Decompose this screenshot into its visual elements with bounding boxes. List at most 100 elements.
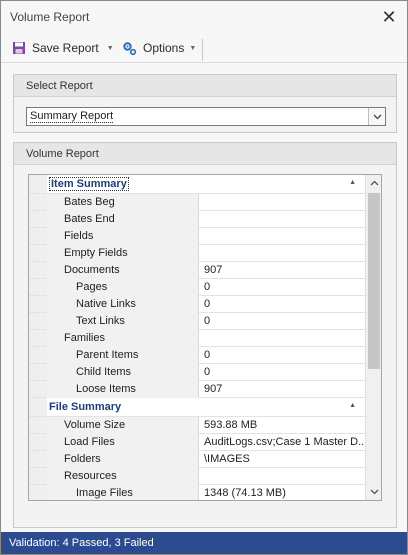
- property-name: Child Items: [47, 364, 199, 381]
- table-row[interactable]: Child Items 0: [29, 364, 366, 381]
- chevron-down-icon: [370, 489, 378, 495]
- table-row[interactable]: Volume Size 593.88 MB: [29, 417, 366, 434]
- toolbar-separator: [202, 39, 203, 61]
- property-name: Text Links: [47, 313, 199, 330]
- row-gutter: [29, 451, 47, 467]
- table-row[interactable]: Bates End: [29, 211, 366, 228]
- property-name: Bates Beg: [47, 194, 199, 211]
- save-icon: [13, 42, 25, 54]
- close-button[interactable]: ✕: [379, 7, 399, 27]
- status-bar: Validation: 4 Passed, 3 Failed: [1, 532, 407, 554]
- property-name: Native Links: [47, 296, 199, 313]
- scroll-up-button[interactable]: [366, 175, 381, 191]
- property-value: 0: [204, 281, 211, 293]
- close-icon: ✕: [381, 7, 397, 27]
- property-value: \IMAGES: [204, 453, 250, 465]
- property-value: [200, 194, 366, 211]
- row-gutter: [29, 347, 47, 363]
- row-gutter: [29, 398, 47, 416]
- property-value: 1348 (74.13 MB): [204, 487, 286, 499]
- table-row[interactable]: Empty Fields: [29, 245, 366, 262]
- row-gutter: [29, 175, 47, 193]
- property-value: 907: [204, 383, 223, 395]
- table-row[interactable]: Load Files AuditLogs.csv;Case 1 Master D.…: [29, 434, 366, 451]
- row-gutter: [29, 194, 47, 210]
- table-row[interactable]: Loose Items 907: [29, 381, 366, 398]
- row-gutter: [29, 330, 47, 346]
- table-row[interactable]: Pages 0: [29, 279, 366, 296]
- row-gutter: [29, 434, 47, 450]
- property-name: Fields: [47, 228, 199, 245]
- table-row[interactable]: Text Links 0: [29, 313, 366, 330]
- row-gutter: [29, 313, 47, 329]
- property-name: Families: [47, 330, 199, 347]
- save-report-button[interactable]: Save Report ▼: [12, 38, 114, 58]
- gear-icon: [123, 41, 137, 55]
- select-report-group: Select Report Summary Report: [13, 74, 397, 133]
- row-gutter: [29, 279, 47, 295]
- row-gutter: [29, 228, 47, 244]
- table-row[interactable]: Native Links 0: [29, 296, 366, 313]
- collapse-icon[interactable]: ▲: [349, 402, 356, 409]
- property-name: Empty Fields: [47, 245, 199, 262]
- row-gutter: [29, 245, 47, 261]
- volume-report-header: Volume Report: [14, 143, 396, 165]
- table-row[interactable]: Parent Items 0: [29, 347, 366, 364]
- chevron-down-icon: [373, 114, 381, 119]
- row-gutter: [29, 417, 47, 433]
- row-gutter: [29, 381, 47, 397]
- select-report-header: Select Report: [14, 75, 396, 97]
- property-name: Documents: [47, 262, 199, 279]
- property-value: 0: [204, 366, 211, 378]
- table-row[interactable]: Documents 907: [29, 262, 366, 279]
- row-gutter: [29, 211, 47, 227]
- table-row[interactable]: Fields: [29, 228, 366, 245]
- property-name: Load Files: [47, 434, 199, 451]
- save-report-label: Save Report: [32, 41, 99, 55]
- property-value: [200, 468, 366, 485]
- row-gutter: [29, 485, 47, 500]
- report-grid-body: Item Summary ▲ Bates Beg Bates End Fields Emp…: [29, 175, 366, 500]
- report-select-value: Summary Report: [30, 110, 114, 123]
- property-name: Bates End: [47, 211, 199, 228]
- property-name: Pages: [47, 279, 199, 296]
- vertical-scrollbar[interactable]: [365, 175, 381, 500]
- property-name: Image Files: [47, 485, 199, 500]
- property-value: 0: [204, 315, 211, 327]
- section-title: Item Summary: [49, 177, 129, 191]
- scrollbar-thumb[interactable]: [368, 193, 380, 369]
- options-button[interactable]: Options ▼: [122, 38, 196, 58]
- property-value: [200, 211, 366, 228]
- toolbar: Save Report ▼ Options ▼: [1, 33, 407, 63]
- volume-report-group: Volume Report Item Summary ▲ Bates Beg Bate…: [13, 142, 397, 528]
- table-row[interactable]: Families: [29, 330, 366, 347]
- volume-report-window: Volume Report ✕ Save Report ▼ Options ▼: [0, 0, 408, 555]
- property-value: 0: [204, 298, 211, 310]
- section-row[interactable]: Item Summary ▲: [29, 175, 366, 194]
- property-value: 907: [204, 264, 223, 276]
- table-row[interactable]: Bates Beg: [29, 194, 366, 211]
- table-row[interactable]: Image Files 1348 (74.13 MB): [29, 485, 366, 500]
- property-name: Loose Items: [47, 381, 199, 398]
- report-select-dropdown-button[interactable]: [368, 108, 385, 125]
- section-row[interactable]: File Summary ▲: [29, 398, 366, 417]
- chevron-up-icon: [370, 180, 378, 186]
- report-select[interactable]: Summary Report: [26, 107, 386, 126]
- table-row[interactable]: Resources: [29, 468, 366, 485]
- content-area: Select Report Summary Report Volume Repo…: [13, 74, 397, 528]
- scroll-down-button[interactable]: [366, 484, 381, 500]
- property-name: Parent Items: [47, 347, 199, 364]
- row-gutter: [29, 262, 47, 278]
- chevron-down-icon: ▼: [189, 44, 197, 52]
- property-name: Resources: [47, 468, 199, 485]
- collapse-icon[interactable]: ▲: [349, 179, 356, 186]
- table-row[interactable]: Folders \IMAGES: [29, 451, 366, 468]
- section-title: File Summary: [49, 401, 122, 413]
- property-name: Volume Size: [47, 417, 199, 434]
- property-value: AuditLogs.csv;Case 1 Master D...: [204, 436, 366, 448]
- window-title: Volume Report: [10, 10, 90, 24]
- options-label: Options: [143, 41, 185, 55]
- property-value: [200, 245, 366, 262]
- row-gutter: [29, 468, 47, 484]
- property-name: Folders: [47, 451, 199, 468]
